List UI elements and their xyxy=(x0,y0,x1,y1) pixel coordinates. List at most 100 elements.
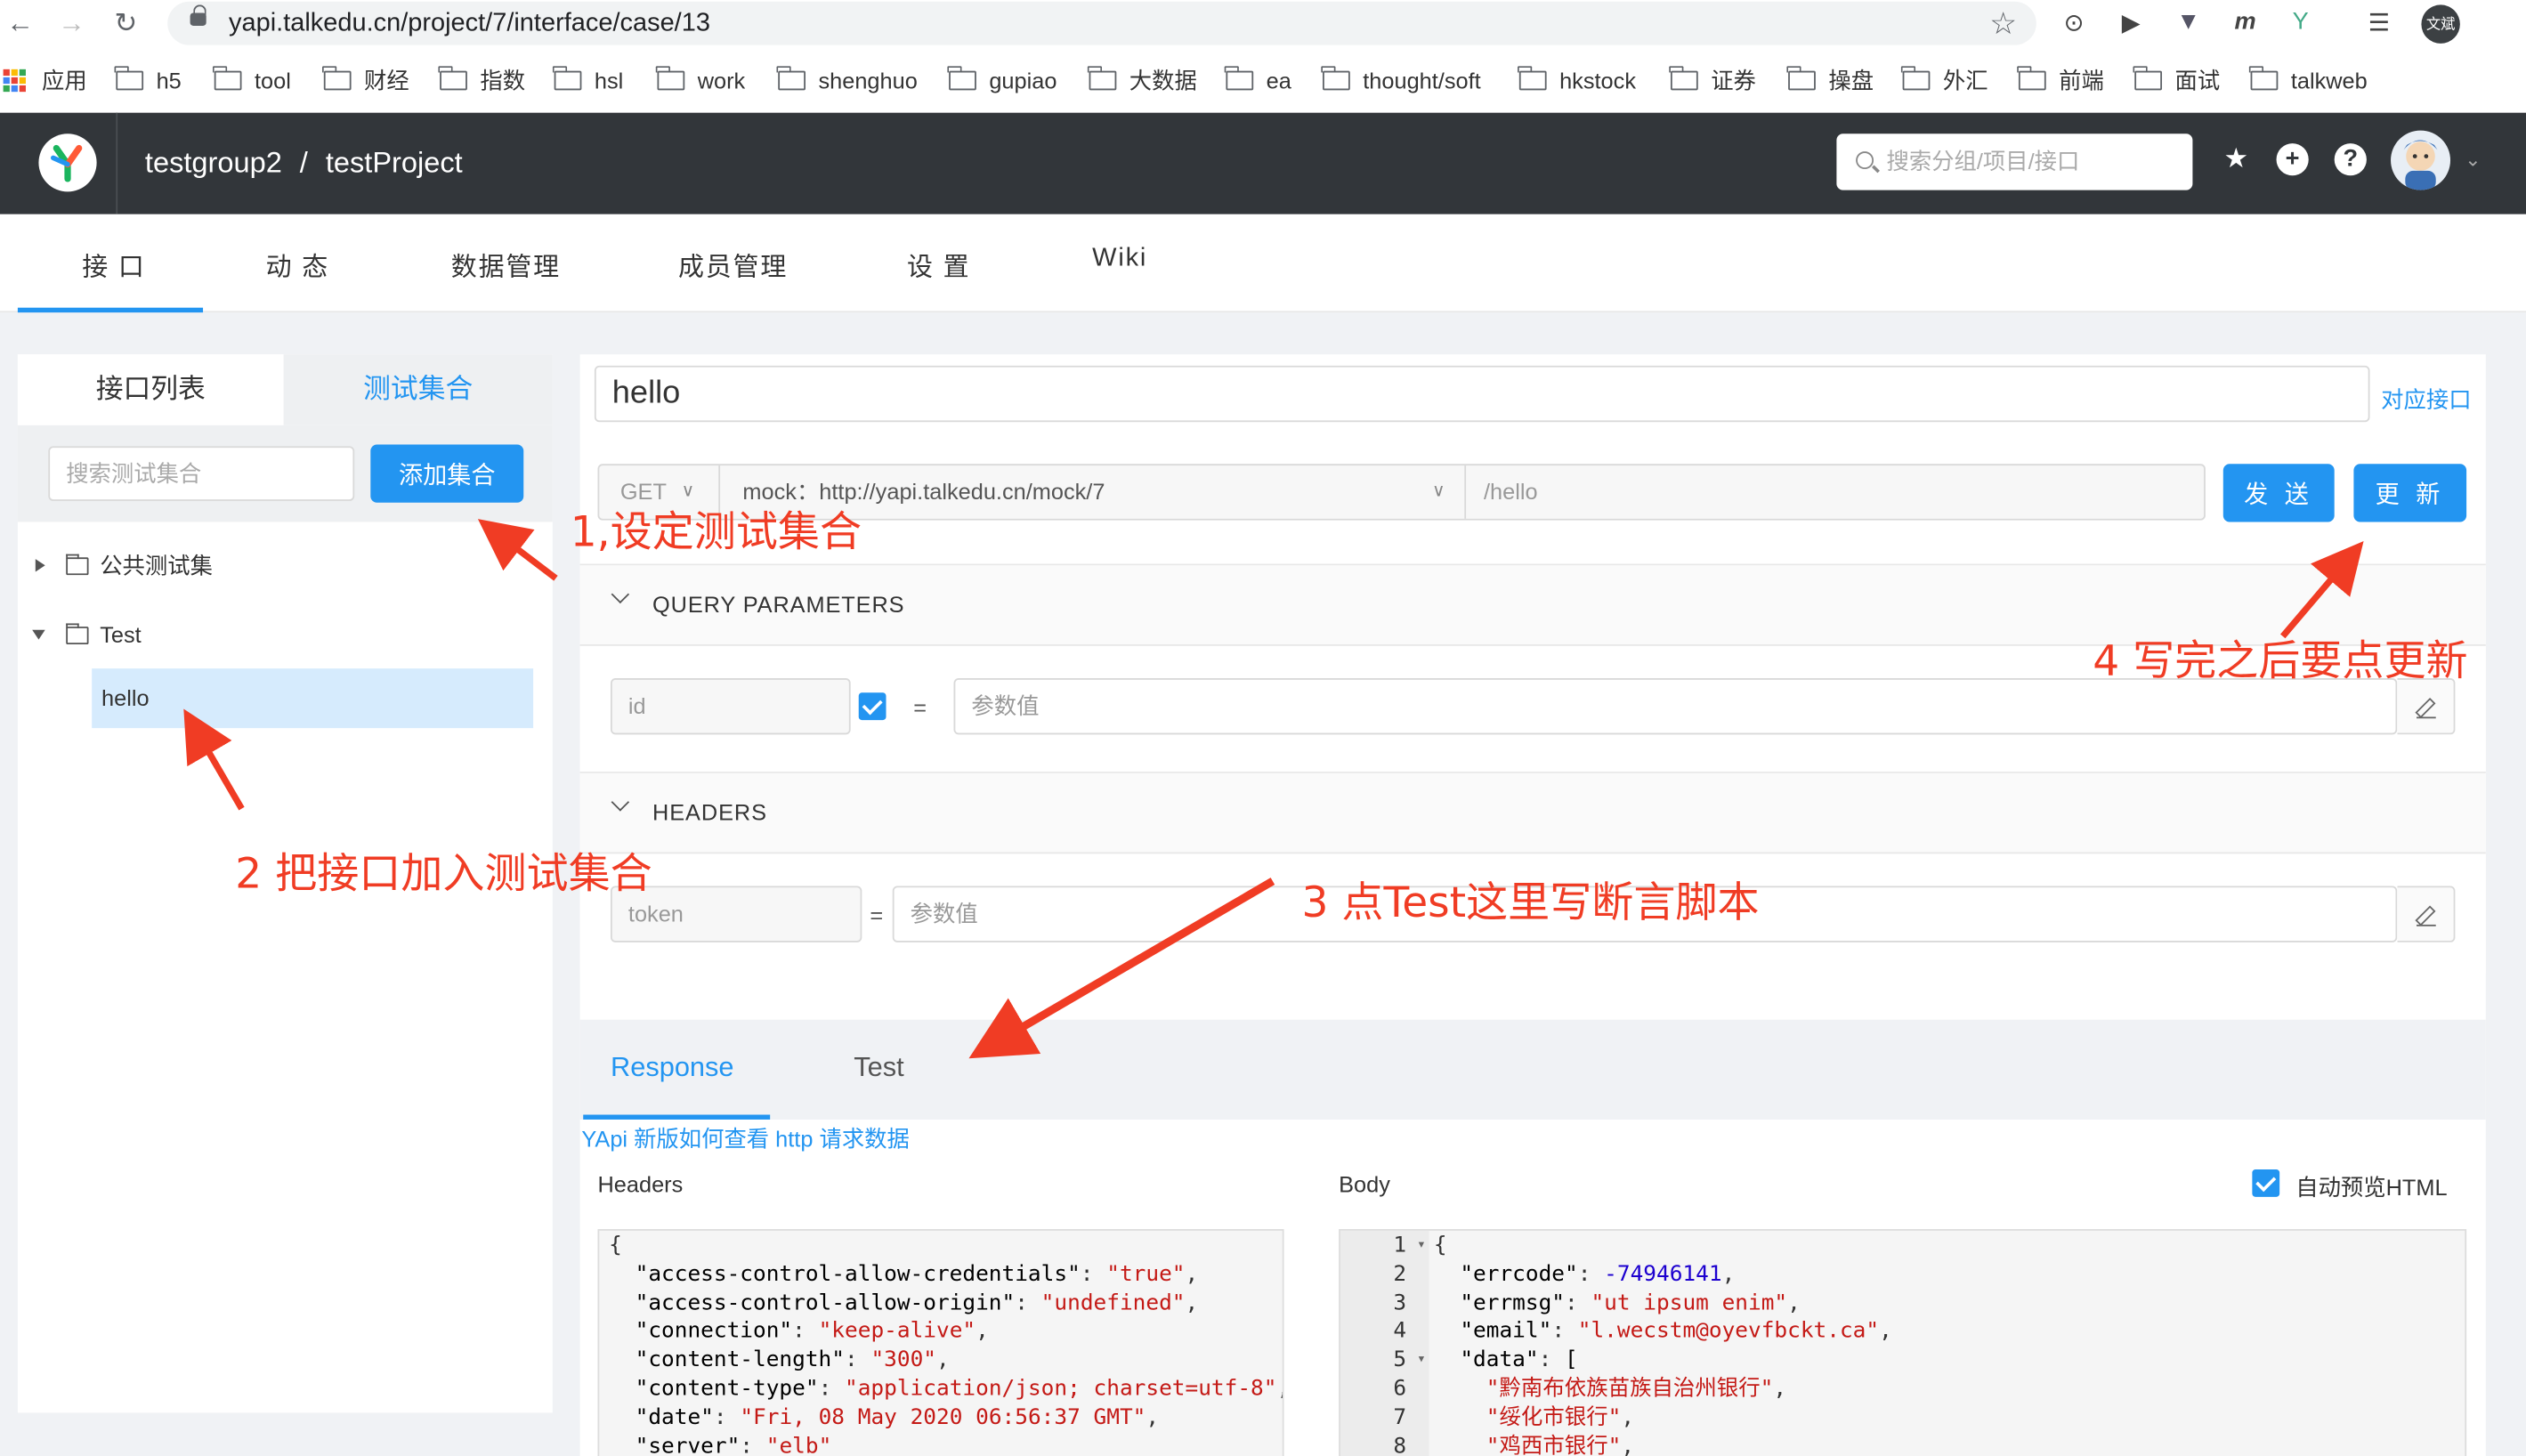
code-line: { xyxy=(1433,1232,1447,1258)
tab-test[interactable]: Test xyxy=(854,1052,903,1084)
tab-settings[interactable]: 设 置 xyxy=(907,245,970,283)
send-button[interactable]: 发 送 xyxy=(2222,464,2335,522)
response-headers-code: { "access-control-allow-credentials": "t… xyxy=(597,1229,1284,1456)
add-collection-button[interactable]: 添加集合 xyxy=(370,444,524,503)
bookmark-item[interactable]: h5 xyxy=(115,61,182,100)
bookmark-item[interactable]: shenghuo xyxy=(777,61,918,100)
bookmark-item[interactable]: gupiao xyxy=(948,61,1057,100)
folder-icon xyxy=(1518,66,1547,91)
bookmark-item[interactable]: 指数 xyxy=(439,61,525,100)
tab-wiki[interactable]: Wiki xyxy=(1092,245,1147,274)
tree-item-public[interactable]: 公共测试集 xyxy=(35,549,213,581)
body-label: Body xyxy=(1339,1170,1390,1197)
forward-icon[interactable]: → xyxy=(58,9,85,39)
caret-right-icon[interactable] xyxy=(35,559,45,572)
help-icon[interactable]: ? xyxy=(2334,143,2367,176)
bookmark-item[interactable]: 证券 xyxy=(1669,61,1756,100)
bookmark-label: gupiao xyxy=(989,68,1057,93)
bookmark-item[interactable]: thought/soft xyxy=(1321,61,1481,100)
tab-members[interactable]: 成员管理 xyxy=(678,245,788,283)
back-icon[interactable]: ← xyxy=(6,9,34,39)
folder-icon xyxy=(213,66,242,91)
bookmark-label: talkweb xyxy=(2290,68,2368,93)
folder-icon xyxy=(2133,66,2163,91)
auto-preview-checkbox[interactable] xyxy=(2252,1169,2280,1197)
profile-badge[interactable]: 文斌 xyxy=(2421,4,2460,44)
bookmark-item[interactable]: 外汇 xyxy=(1901,61,1988,100)
edit-value-button[interactable] xyxy=(2397,886,2456,942)
case-name-input[interactable]: hello xyxy=(594,365,2370,423)
chevron-down-icon[interactable]: ⌄ xyxy=(2465,149,2481,171)
breadcrumb-group[interactable]: testgroup2 xyxy=(145,147,282,179)
update-button[interactable]: 更 新 xyxy=(2353,464,2467,522)
bookmark-star-icon[interactable]: ☆ xyxy=(1989,6,2017,44)
tab-data-management[interactable]: 数据管理 xyxy=(451,245,561,283)
bookmark-label: hsl xyxy=(594,68,624,93)
bookmark-item[interactable]: talkweb xyxy=(2249,61,2368,100)
code-line: "errmsg": "ut ipsum enim", xyxy=(1433,1290,1801,1316)
breadcrumb-project[interactable]: testProject xyxy=(326,147,463,179)
address-bar[interactable]: yapi.talkedu.cn/project/7/interface/case… xyxy=(167,1,2036,45)
tab-interface[interactable]: 接 口 xyxy=(82,245,145,283)
tree-item-hello[interactable]: hello xyxy=(92,668,534,729)
code-line: "content-length": "300", xyxy=(609,1347,950,1373)
bookmark-item[interactable]: ea xyxy=(1225,61,1291,100)
bookmark-item[interactable]: 操盘 xyxy=(1787,61,1874,100)
folder-icon xyxy=(948,66,976,91)
linked-interface-link[interactable]: 对应接口 xyxy=(2381,384,2471,416)
folder-icon xyxy=(2017,66,2046,91)
apps-grid-icon xyxy=(3,69,26,93)
chevron-down-icon: ∨ xyxy=(1431,481,1445,501)
annotation-step4: 4 写完之后要点更新 xyxy=(2093,637,2468,687)
user-avatar[interactable] xyxy=(2391,130,2451,190)
code-line: { xyxy=(609,1232,622,1258)
sidebar-toolbar: 添加集合 xyxy=(17,425,553,522)
bookmark-item[interactable]: hsl xyxy=(553,61,624,100)
bookmark-item[interactable]: 面试 xyxy=(2133,61,2220,100)
extension-m-icon[interactable]: m xyxy=(2234,8,2255,36)
annotation-step2: 2 把接口加入测试集合 xyxy=(235,850,652,899)
extension-v-icon[interactable]: ▼ xyxy=(2176,8,2200,36)
bookmark-label: 大数据 xyxy=(1129,68,1197,93)
caret-down-icon[interactable] xyxy=(32,629,45,640)
breadcrumb: testgroup2 / testProject xyxy=(145,147,463,181)
line-number: 4 xyxy=(1393,1318,1407,1345)
bookmark-item[interactable]: 前端 xyxy=(2017,61,2104,100)
bookmark-item[interactable]: tool xyxy=(213,61,291,100)
folder-icon xyxy=(777,66,806,91)
reading-list-icon[interactable]: ☰ xyxy=(2368,8,2390,37)
query-enabled-checkbox[interactable] xyxy=(858,692,887,721)
tree-item-test[interactable]: Test xyxy=(32,622,142,648)
extension-icon[interactable]: ⊙ xyxy=(2064,8,2085,37)
folder-icon xyxy=(1321,66,1350,91)
bookmark-item[interactable]: 财经 xyxy=(322,61,409,100)
star-icon[interactable]: ★ xyxy=(2220,143,2252,175)
add-icon[interactable]: + xyxy=(2276,143,2309,176)
global-search-input[interactable] xyxy=(1886,144,2177,178)
tab-activity[interactable]: 动 态 xyxy=(266,245,329,283)
tab-response[interactable]: Response xyxy=(611,1052,734,1084)
help-link[interactable]: YApi 新版如何查看 http 请求数据 xyxy=(581,1123,909,1155)
response-body-code: 12 34567 8 { "errcode": -74946141, "errmsg… xyxy=(1339,1229,2467,1456)
headers-header[interactable]: HEADERS xyxy=(579,772,2486,854)
extension-yapi-icon[interactable]: Y xyxy=(2293,8,2309,36)
reload-icon[interactable]: ↻ xyxy=(115,9,138,39)
line-number: 6 xyxy=(1393,1375,1407,1402)
global-search[interactable] xyxy=(1836,133,2193,190)
bookmarks-bar: 应用 h5 tool 财经 指数 hsl work shenghuo gupiao 大数据 ea th… xyxy=(0,61,2526,100)
tab-test-collection[interactable]: 测试集合 xyxy=(283,354,553,425)
bookmark-item[interactable]: 大数据 xyxy=(1088,61,1197,100)
bookmark-item[interactable]: hkstock xyxy=(1518,61,1636,100)
extension-play-icon[interactable]: ▶ xyxy=(2122,8,2141,37)
yapi-logo-icon[interactable] xyxy=(38,133,97,192)
bookmark-label: tool xyxy=(254,68,291,93)
collection-search-input[interactable] xyxy=(48,446,355,501)
auto-preview-label: 自动预览HTML xyxy=(2295,1174,2448,1201)
tab-interface-list[interactable]: 接口列表 xyxy=(18,354,284,425)
bookmark-item[interactable]: work xyxy=(656,61,745,100)
bookmark-apps[interactable]: 应用 xyxy=(3,61,87,100)
request-path: /hello xyxy=(1484,478,1538,505)
address-text: yapi.talkedu.cn/project/7/interface/case… xyxy=(229,9,710,37)
code-line: "data": [ xyxy=(1433,1347,1578,1373)
query-key-field[interactable]: id xyxy=(610,678,851,735)
